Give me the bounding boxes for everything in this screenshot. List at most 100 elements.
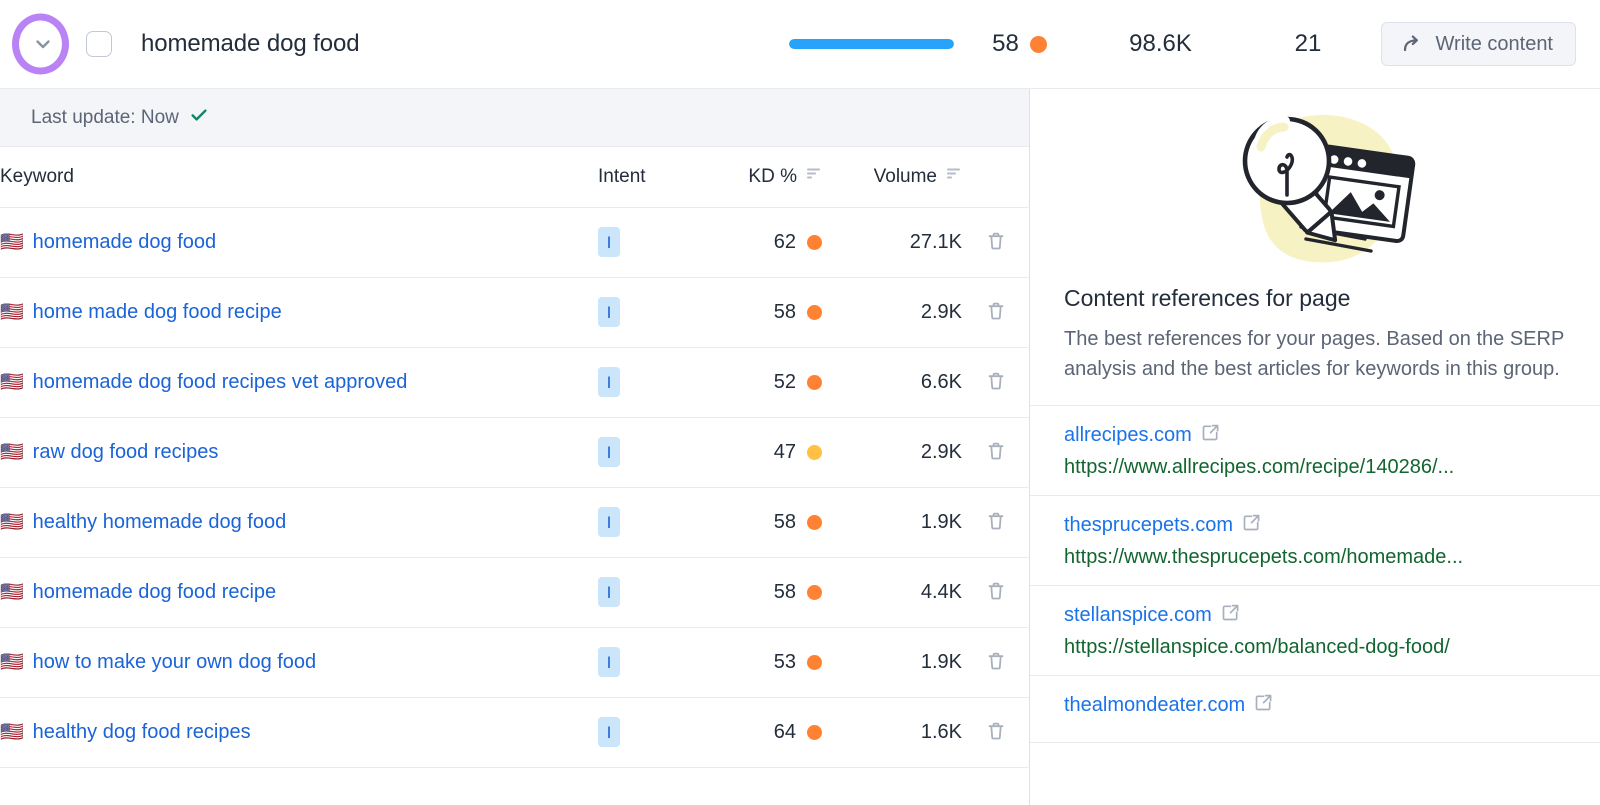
intent-badge[interactable]: I [598, 507, 620, 537]
kd-value: 58 [774, 301, 796, 324]
intent-badge[interactable]: I [598, 297, 620, 327]
intent-badge[interactable]: I [598, 437, 620, 467]
intent-cell: I [598, 417, 702, 487]
kd-difficulty-dot-icon [807, 585, 822, 600]
reference-item: allrecipes.com https://www.allrecipes.com… [1030, 406, 1600, 496]
column-header-keyword[interactable]: Keyword [0, 147, 598, 207]
keyword-link[interactable]: homemade dog food recipe [33, 581, 277, 604]
external-link-icon[interactable] [1201, 423, 1220, 447]
sort-descending-icon[interactable] [805, 165, 822, 188]
reference-url[interactable]: https://www.allrecipes.com/recipe/140286… [1064, 456, 1566, 479]
intent-badge[interactable]: I [598, 577, 620, 607]
content-references-panel: Content references for page The best ref… [1030, 89, 1600, 805]
last-update-bar: Last update: Now [0, 89, 1029, 147]
reference-domain-row: allrecipes.com [1064, 423, 1566, 447]
kd-value: 53 [774, 651, 796, 674]
actions-cell [962, 277, 1030, 347]
volume-cell: 1.6K [822, 697, 962, 767]
keywords-column: Last update: Now Keyword [0, 89, 1030, 805]
kd-cell: 58 [702, 277, 822, 347]
intent-cell: I [598, 347, 702, 417]
volume-cell: 2.9K [822, 277, 962, 347]
reference-domain-link[interactable]: thealmondeater.com [1064, 694, 1245, 717]
actions-cell [962, 417, 1030, 487]
trash-icon[interactable] [982, 717, 1010, 745]
group-title: homemade dog food [141, 30, 359, 58]
keyword-link[interactable]: homemade dog food [33, 231, 216, 254]
reference-url[interactable]: https://stellanspice.com/balanced-dog-fo… [1064, 636, 1566, 659]
trash-icon[interactable] [982, 297, 1010, 325]
volume-cell: 1.9K [822, 627, 962, 697]
kd-cell: 62 [702, 207, 822, 277]
keyword-cell: 🇺🇸homemade dog food recipe [0, 557, 598, 627]
reference-domain-link[interactable]: thesprucepets.com [1064, 514, 1233, 537]
reference-domain-link[interactable]: allrecipes.com [1064, 424, 1192, 447]
table-row: 🇺🇸homemade dog foodI6227.1K [0, 207, 1030, 277]
column-header-volume-label: Volume [874, 166, 937, 188]
kd-difficulty-dot-icon [807, 515, 822, 530]
group-select-checkbox[interactable] [86, 31, 112, 57]
actions-cell [962, 207, 1030, 277]
kd-value: 47 [774, 441, 796, 464]
write-content-label: Write content [1436, 33, 1553, 56]
column-header-volume[interactable]: Volume [822, 147, 962, 207]
keyword-link[interactable]: home made dog food recipe [33, 301, 282, 324]
actions-cell [962, 627, 1030, 697]
kd-cell: 52 [702, 347, 822, 417]
reference-url[interactable]: https://www.thesprucepets.com/homemade..… [1064, 546, 1566, 569]
keyword-link[interactable]: healthy dog food recipes [33, 721, 251, 744]
group-kd-value: 58 [992, 30, 1019, 58]
intent-badge[interactable]: I [598, 367, 620, 397]
column-header-keyword-label: Keyword [0, 166, 74, 187]
external-link-icon[interactable] [1254, 693, 1273, 717]
column-header-actions [962, 147, 1030, 207]
external-link-icon[interactable] [1242, 513, 1261, 537]
chevron-down-icon[interactable] [28, 29, 58, 59]
intent-cell: I [598, 697, 702, 767]
sort-descending-icon[interactable] [945, 165, 962, 188]
column-header-intent-label: Intent [598, 166, 646, 187]
country-flag-icon: 🇺🇸 [0, 443, 24, 462]
keyword-link[interactable]: raw dog food recipes [33, 441, 219, 464]
trash-icon[interactable] [982, 507, 1010, 535]
table-row: 🇺🇸homemade dog food recipes vet approved… [0, 347, 1030, 417]
keyword-link[interactable]: how to make your own dog food [33, 651, 317, 674]
kd-difficulty-dot-icon [1030, 36, 1047, 53]
panel-title: Content references for page [1064, 285, 1566, 312]
intent-cell: I [598, 627, 702, 697]
intent-cell: I [598, 277, 702, 347]
actions-cell [962, 347, 1030, 417]
keyword-link[interactable]: homemade dog food recipes vet approved [33, 371, 408, 394]
trash-icon[interactable] [982, 227, 1010, 255]
column-header-kd[interactable]: KD % [702, 147, 822, 207]
volume-cell: 4.4K [822, 557, 962, 627]
kd-value: 58 [774, 581, 796, 604]
kd-value: 52 [774, 371, 796, 394]
keyword-cell: 🇺🇸homemade dog food recipes vet approved [0, 347, 598, 417]
trash-icon[interactable] [982, 647, 1010, 675]
trash-icon[interactable] [982, 577, 1010, 605]
intent-badge[interactable]: I [598, 647, 620, 677]
trash-icon[interactable] [982, 437, 1010, 465]
group-progress-bar [789, 39, 954, 49]
kd-cell: 53 [702, 627, 822, 697]
reference-domain-row: thesprucepets.com [1064, 513, 1566, 537]
external-link-icon[interactable] [1221, 603, 1240, 627]
intent-badge[interactable]: I [598, 717, 620, 747]
table-row: 🇺🇸healthy homemade dog foodI581.9K [0, 487, 1030, 557]
kd-value: 58 [774, 511, 796, 534]
column-header-intent[interactable]: Intent [598, 147, 702, 207]
kd-cell: 58 [702, 487, 822, 557]
trash-icon[interactable] [982, 367, 1010, 395]
keyword-cell: 🇺🇸homemade dog food [0, 207, 598, 277]
actions-cell [962, 487, 1030, 557]
keyword-link[interactable]: healthy homemade dog food [33, 511, 287, 534]
reference-item: stellanspice.com https://stellanspice.com… [1030, 586, 1600, 676]
reference-domain-link[interactable]: stellanspice.com [1064, 604, 1212, 627]
reference-item: thesprucepets.com https://www.thesprucepe… [1030, 496, 1600, 586]
column-header-kd-label: KD % [748, 166, 797, 188]
expand-control-area [0, 29, 86, 59]
write-content-button[interactable]: Write content [1381, 22, 1576, 66]
reference-domain-row: thealmondeater.com [1064, 693, 1566, 717]
intent-badge[interactable]: I [598, 227, 620, 257]
